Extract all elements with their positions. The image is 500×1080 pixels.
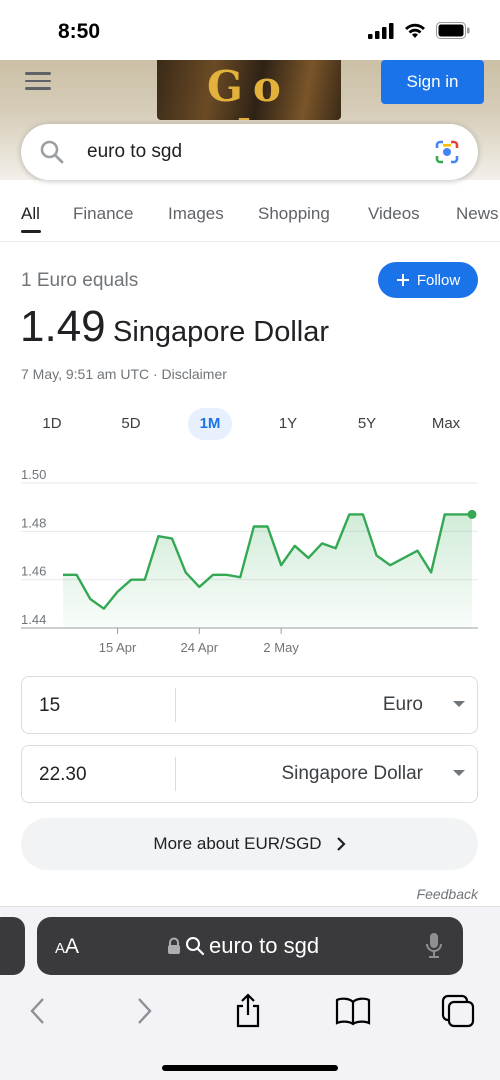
row-divider — [175, 757, 176, 791]
search-icon — [186, 937, 205, 956]
bookmarks-button[interactable] — [331, 989, 375, 1033]
tabs-overview-icon — [441, 994, 475, 1028]
address-bar-content: euro to sgd — [167, 933, 319, 959]
address-bar[interactable]: AA euro to sgd — [37, 917, 463, 975]
chevron-right-icon — [138, 998, 152, 1024]
tab-shopping[interactable]: Shopping — [258, 204, 330, 224]
from-currency-select[interactable]: Euro — [383, 694, 423, 716]
tab-finance[interactable]: Finance — [73, 204, 133, 224]
from-amount-row: 15 Euro — [21, 676, 478, 734]
y-tick-label: 1.48 — [21, 515, 46, 530]
tabs-button[interactable] — [436, 989, 480, 1033]
x-tick-label: 24 Apr — [181, 640, 219, 655]
equals-label: 1 Euro equals — [21, 270, 139, 291]
book-icon — [335, 997, 371, 1026]
wifi-icon — [405, 23, 425, 38]
chevron-right-icon — [336, 837, 346, 851]
range-5d[interactable]: 5D — [109, 408, 153, 440]
share-button[interactable] — [226, 989, 270, 1033]
more-about-label: More about EUR/SGD — [153, 834, 322, 853]
tab-all[interactable]: All — [21, 204, 40, 224]
from-amount-input[interactable]: 15 — [39, 695, 60, 717]
browser-toolbar — [0, 989, 500, 1033]
chevron-down-icon[interactable] — [453, 701, 465, 707]
chevron-left-icon — [30, 998, 44, 1024]
exchange-rate-chart[interactable]: 1.50 1.48 1.46 1.44 15 Apr 24 Apr 2 May — [0, 470, 500, 660]
range-5y[interactable]: 5Y — [345, 408, 389, 440]
previous-tab-preview[interactable] — [0, 917, 25, 975]
browser-bottom-bar: AA euro to sgd — [0, 906, 500, 1080]
rate-timestamp[interactable]: 7 May, 9:51 am UTC · Disclaimer — [21, 366, 227, 382]
microphone-icon[interactable] — [425, 932, 443, 960]
range-1y[interactable]: 1Y — [266, 408, 310, 440]
sign-in-button[interactable]: Sign in — [381, 60, 484, 104]
lock-icon — [168, 937, 180, 954]
latest-point — [467, 509, 477, 519]
range-1m[interactable]: 1M — [188, 408, 232, 440]
to-currency-select[interactable]: Singapore Dollar — [281, 763, 423, 785]
row-divider — [175, 688, 176, 722]
feedback-link[interactable]: Feedback — [417, 886, 478, 902]
follow-button[interactable]: Follow — [378, 262, 478, 298]
home-indicator — [162, 1065, 338, 1071]
exchange-rate-value: 1.49 — [20, 302, 106, 351]
y-tick-label: 1.46 — [21, 564, 46, 579]
to-amount-input[interactable]: 22.30 — [39, 764, 87, 786]
active-tab-indicator — [21, 230, 41, 233]
tab-videos[interactable]: Videos — [368, 204, 420, 224]
forward-button[interactable] — [123, 989, 167, 1033]
hamburger-menu-icon[interactable] — [25, 72, 51, 92]
share-icon — [236, 993, 260, 1028]
y-tick-label: 1.44 — [21, 612, 46, 627]
status-bar: 8:50 — [0, 0, 500, 60]
google-doodle-logo[interactable]: Go gle — [157, 60, 341, 120]
search-tabs: All Finance Images Shopping Videos News — [0, 192, 500, 242]
search-input[interactable]: euro to sgd — [21, 124, 478, 180]
reader-settings-button[interactable]: AA — [55, 935, 79, 959]
cellular-signal-icon — [368, 22, 394, 39]
y-tick-label: 1.50 — [21, 470, 46, 482]
to-amount-row: 22.30 Singapore Dollar — [21, 745, 478, 803]
tab-news[interactable]: News — [456, 204, 499, 224]
exchange-rate-currency: Singapore Dollar — [113, 316, 330, 348]
x-tick-label: 15 Apr — [99, 640, 137, 655]
follow-label: Follow — [416, 271, 461, 289]
search-icon — [40, 140, 64, 164]
chart-range-selector: 1D 5D 1M 1Y 5Y Max — [0, 408, 500, 440]
range-1d[interactable]: 1D — [30, 408, 74, 440]
doodle-lettering: Go gle — [198, 62, 291, 120]
status-time: 8:50 — [58, 20, 101, 43]
google-lens-icon[interactable] — [434, 139, 460, 165]
status-icons — [368, 22, 470, 39]
x-tick-label: 2 May — [263, 640, 299, 655]
search-query-text: euro to sgd — [87, 141, 183, 162]
back-button[interactable] — [15, 989, 59, 1033]
address-text: euro to sgd — [209, 933, 320, 958]
range-max[interactable]: Max — [424, 408, 468, 440]
more-about-button[interactable]: More about EUR/SGD — [21, 818, 478, 870]
plus-icon — [396, 274, 409, 286]
chevron-down-icon[interactable] — [453, 770, 465, 776]
battery-icon — [436, 22, 470, 39]
tab-images[interactable]: Images — [168, 204, 224, 224]
